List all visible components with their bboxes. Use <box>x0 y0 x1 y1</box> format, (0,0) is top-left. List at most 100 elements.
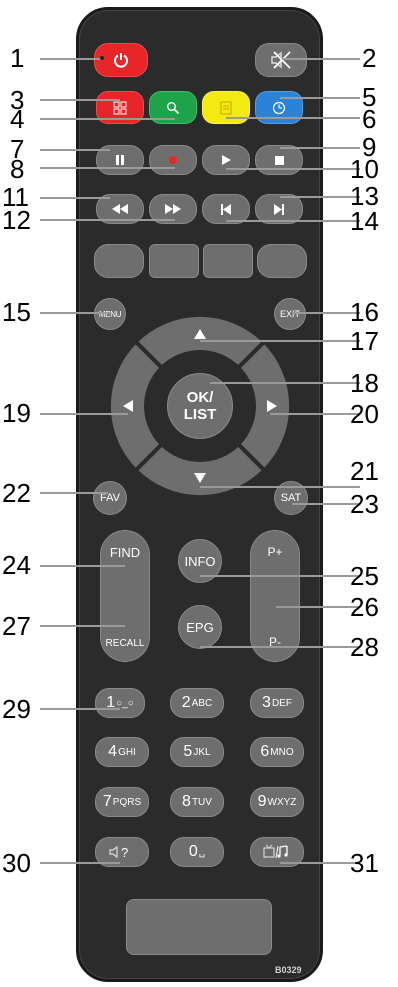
callout-2: 2 <box>362 43 377 73</box>
callout-16: 16 <box>350 297 379 327</box>
bottom-blank-pad <box>126 899 272 955</box>
leader-line-5 <box>280 97 360 99</box>
key-3[interactable]: 3 DEF <box>250 688 304 718</box>
blank-key-1[interactable] <box>94 244 144 278</box>
leader-dot-1 <box>100 56 104 60</box>
callout-25: 25 <box>350 561 379 591</box>
stop-icon <box>274 155 284 165</box>
find-label[interactable]: FIND <box>110 545 140 560</box>
remote-diagram: MENU EXIT OK/ LIST FAV SAT FIND RECALL I… <box>0 0 398 987</box>
key-6-digit: 6 <box>260 743 270 760</box>
key-0[interactable]: 0 ␣ <box>170 837 224 867</box>
stop-button[interactable] <box>255 145 303 175</box>
leader-line-9 <box>280 147 360 149</box>
leader-line-22 <box>40 492 108 494</box>
key-3-letters: DEF <box>271 697 292 709</box>
callout-18: 18 <box>350 368 379 398</box>
key-4-letters: GHI <box>118 746 136 758</box>
blank-key-3[interactable] <box>203 244 253 278</box>
leader-line-11 <box>40 197 110 199</box>
program-rocker[interactable]: P+ P- <box>250 530 300 662</box>
leader-line-31 <box>280 862 360 864</box>
leader-line-1 <box>40 58 102 60</box>
mute-icon <box>271 51 291 69</box>
callout-28: 28 <box>350 632 379 662</box>
callout-22: 22 <box>2 478 31 508</box>
mute-button[interactable] <box>255 43 307 77</box>
key-9-letters: WXYZ <box>267 796 297 808</box>
callout-27: 27 <box>2 611 31 641</box>
fast-forward-icon <box>165 204 181 214</box>
key-2-letters: ABC <box>191 697 213 709</box>
key-4-digit: 4 <box>108 743 118 760</box>
play-button[interactable] <box>202 145 250 175</box>
key-8-letters: TUV <box>191 796 212 808</box>
yellow-function-button[interactable] <box>202 91 250 124</box>
key-1[interactable]: 1 ○_○ <box>95 688 145 718</box>
callout-24: 24 <box>2 550 31 580</box>
tv-music-icon <box>263 844 288 859</box>
leader-line-21 <box>200 486 360 488</box>
callout-1: 1 <box>10 43 25 73</box>
leader-line-17 <box>200 340 360 342</box>
speaker-question-icon: ? <box>109 845 128 860</box>
fav-label: FAV <box>100 492 120 504</box>
blank-key-4[interactable] <box>257 244 307 278</box>
find-recall-rocker[interactable]: FIND RECALL <box>100 530 150 662</box>
key-7[interactable]: 7 PQRS <box>95 787 149 817</box>
leader-line-10 <box>226 168 360 170</box>
callout-17: 17 <box>350 326 379 356</box>
rewind-icon <box>112 204 128 214</box>
key-1-letters: ○_○ <box>116 697 134 709</box>
key-4[interactable]: 4 GHI <box>95 737 149 767</box>
info-label: INFO <box>184 553 216 569</box>
key-7-digit: 7 <box>102 793 112 810</box>
recall-label[interactable]: RECALL <box>106 638 145 649</box>
key-2[interactable]: 2 ABC <box>170 688 224 718</box>
epg-button[interactable]: EPG <box>178 605 222 649</box>
key-7-letters: PQRS <box>112 796 142 808</box>
next-icon <box>274 203 284 215</box>
zoom-icon <box>167 101 180 114</box>
epg-label: EPG <box>186 619 214 635</box>
fav-button[interactable]: FAV <box>93 481 127 515</box>
callout-31: 31 <box>350 848 379 878</box>
callout-12: 12 <box>2 205 31 235</box>
leader-line-30 <box>40 862 120 864</box>
callout-4: 4 <box>10 104 25 134</box>
power-button[interactable] <box>94 43 148 77</box>
key-5[interactable]: 5 JKL <box>170 737 224 767</box>
key-8[interactable]: 8 TUV <box>170 787 224 817</box>
leader-line-2 <box>282 58 360 60</box>
p-plus-label[interactable]: P+ <box>267 545 282 559</box>
clock-icon <box>272 101 286 114</box>
callout-21: 21 <box>350 456 379 486</box>
callout-23: 23 <box>350 489 379 519</box>
blue-function-button[interactable] <box>255 91 303 124</box>
record-button[interactable] <box>149 145 197 175</box>
leader-line-26 <box>276 606 360 608</box>
leader-line-19 <box>40 413 128 415</box>
key-2-digit: 2 <box>181 694 191 711</box>
key-6[interactable]: 6 MNO <box>250 737 304 767</box>
svg-text:?: ? <box>121 845 128 860</box>
leader-line-12 <box>40 219 175 221</box>
leader-line-28 <box>200 646 360 648</box>
key-6-letters: MNO <box>270 746 294 758</box>
leader-line-7 <box>40 149 110 151</box>
key-3-digit: 3 <box>262 694 271 711</box>
leader-line-14 <box>226 220 360 222</box>
leader-line-18 <box>210 382 360 384</box>
leader-line-24 <box>40 565 125 567</box>
key-5-digit: 5 <box>183 743 193 760</box>
previous-icon <box>221 203 231 215</box>
blank-key-2[interactable] <box>149 244 199 278</box>
key-9[interactable]: 9 WXYZ <box>250 787 304 817</box>
ok-label: OK/ <box>186 389 214 406</box>
leader-line-8 <box>40 167 175 169</box>
key-0-letters: ␣ <box>198 846 206 858</box>
leader-line-20 <box>270 413 360 415</box>
leader-line-13 <box>280 196 360 198</box>
callout-29: 29 <box>2 694 31 724</box>
leader-line-27 <box>40 625 125 627</box>
